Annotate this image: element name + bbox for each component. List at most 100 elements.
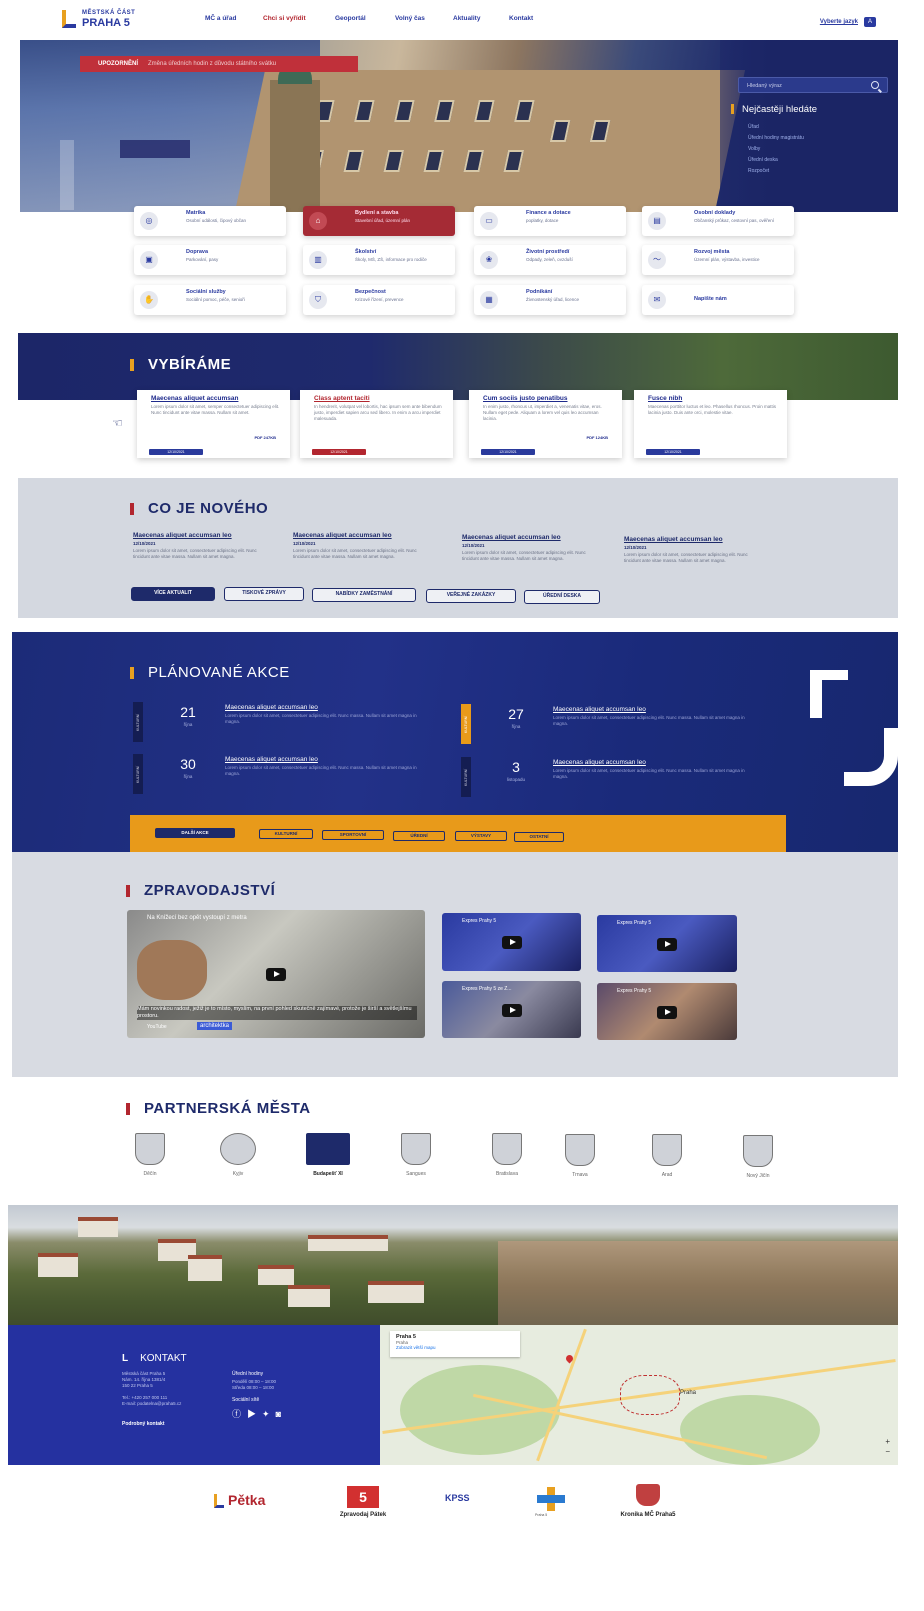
service-card-napiste-nam[interactable]: ✉ Napište nám	[642, 285, 794, 315]
partner-city[interactable]: Trnava	[550, 1134, 610, 1184]
vybirame-card[interactable]: Cum sociis justo penatibus In enim justo,…	[469, 390, 622, 458]
filter-uredni[interactable]: ÚŘEDNÍ	[393, 831, 445, 841]
search-input[interactable]	[745, 81, 865, 91]
partneri-title: PARTNERSKÁ MĚSTA	[126, 1100, 311, 1117]
filter-sportovni[interactable]: SPORTOVNÍ	[322, 830, 384, 840]
partner-city[interactable]: Děčín	[120, 1133, 180, 1183]
praha5-cross-logo[interactable]: Praha 5	[535, 1487, 571, 1521]
play-icon[interactable]	[501, 1003, 522, 1017]
service-card-doklady[interactable]: ▤ Osobní doklady Občanský průkaz, cestovní…	[642, 206, 794, 236]
filter-vystavy[interactable]: VÝSTAVY	[455, 831, 507, 841]
event-item[interactable]: KULTURNÍ 21 října Maecenas aliquet accumsan…	[133, 702, 443, 742]
kontakt-section: L KONTAKT Městská část Praha 5 Nám. 14. ří…	[8, 1325, 380, 1465]
zpravodaj-patek-logo[interactable]: 5 Zpravodaj Pátek	[333, 1486, 393, 1520]
nav-volny-cas[interactable]: Volný čas	[395, 15, 453, 22]
nav-geoportal[interactable]: Geoportál	[335, 15, 395, 22]
faq-item[interactable]: Úřední deska	[748, 155, 804, 166]
job-offers-button[interactable]: NABÍDKY ZAMĚSTNÁNÍ	[312, 588, 416, 602]
service-card-socialni[interactable]: ✋ Sociální služby Sociální pomoc, péče, se…	[134, 285, 286, 315]
map[interactable]: Praha 5 Praha Zobrazit větší mapu Praha …	[380, 1325, 898, 1465]
filter-kulturni[interactable]: KULTURNÍ	[259, 829, 313, 839]
partner-city[interactable]: Sangues	[386, 1133, 446, 1183]
public-tenders-button[interactable]: VEŘEJNÉ ZAKÁZKY	[426, 589, 516, 603]
nav-mc-urad[interactable]: MČ a úřad	[205, 15, 263, 22]
translate-icon[interactable]: A	[864, 17, 876, 27]
service-card-skolstvi[interactable]: ▥ Školství Školy, MŠ, ZŠ, informace pro ro…	[303, 245, 455, 275]
official-board-button[interactable]: ÚŘEDNÍ DESKA	[524, 590, 600, 604]
kpss-logo[interactable]: KPSS	[445, 1493, 495, 1513]
service-card-rozvoj[interactable]: 〜 Rozvoj města Územní plán, výstavba, inve…	[642, 245, 794, 275]
nav-aktuality[interactable]: Aktuality	[453, 15, 509, 22]
youtube-icon[interactable]: ▶	[247, 1409, 262, 1419]
partner-city[interactable]: Nový Jičín	[728, 1135, 788, 1185]
event-item[interactable]: KULTURNÍ 3 listopadu Maecenas aliquet accum…	[461, 757, 771, 797]
twitter-icon[interactable]: ✦	[262, 1409, 276, 1419]
play-icon[interactable]	[657, 1005, 677, 1019]
facebook-icon[interactable]: ⓕ	[232, 1409, 247, 1419]
money-icon: ▭	[480, 212, 498, 230]
kontakt-title: L KONTAKT	[122, 1353, 187, 1364]
logo[interactable]: MĚSTSKÁ ČÁST PRAHA 5	[62, 8, 152, 32]
service-card-bezpecnost[interactable]: ⛉ Bezpečnost Krizové řízení, prevence	[303, 285, 455, 315]
vybirame-card[interactable]: Fusce nibh Maecenas porttitor luctus et l…	[634, 390, 787, 458]
vybirame-card[interactable]: Class aptent taciti In hendrerit, volutpa…	[300, 390, 453, 458]
hero-box	[120, 140, 190, 158]
side-video[interactable]: Expres Prahy 5	[597, 983, 737, 1040]
side-video[interactable]: Expres Prahy 5 ze Z...	[442, 981, 581, 1038]
zoom-controls[interactable]: + −	[885, 1437, 890, 1457]
search-box[interactable]	[738, 77, 888, 93]
event-item[interactable]: KULTURNÍ 27 října Maecenas aliquet accumsan…	[461, 704, 771, 744]
youtube-label[interactable]: YouTube	[147, 1024, 167, 1030]
faq-item[interactable]: Volby	[748, 144, 804, 155]
detailed-contact-link[interactable]: Podrobný kontakt	[122, 1421, 165, 1427]
larger-map-link[interactable]: Zobrazit větší mapu	[396, 1345, 514, 1350]
faq-title: Nejčastěji hledáte	[731, 104, 817, 115]
news-item[interactable]: Maecenas aliquet accumsan leo 12/10/2021 L…	[293, 532, 443, 582]
service-card-finance[interactable]: ▭ Finance a dotace poplatky, dotace	[474, 206, 626, 236]
faq-item[interactable]: Úřad	[748, 122, 804, 133]
service-card-podnikani[interactable]: ▦ Podnikání Živnostenský úřad, licence	[474, 285, 626, 315]
faq-item[interactable]: Rozpočet	[748, 166, 804, 177]
partner-city[interactable]: Arad	[637, 1134, 697, 1184]
play-icon[interactable]	[266, 968, 286, 981]
vybirame-title: VYBÍRÁME	[130, 356, 231, 373]
partner-city[interactable]: Kyjiv	[208, 1133, 268, 1183]
news-item[interactable]: Maecenas aliquet accumsan leo 12/10/2021 L…	[462, 534, 612, 584]
more-events-button[interactable]: DALŠÍ AKCE	[155, 828, 235, 838]
faq-item[interactable]: Úřední hodiny magistrátu	[748, 133, 804, 144]
document-icon: ▤	[648, 212, 666, 230]
side-video[interactable]: Expres Prahy 5	[597, 915, 737, 972]
press-releases-button[interactable]: TISKOVÉ ZPRÁVY	[224, 587, 304, 601]
service-card-zivotni-prostredi[interactable]: ❀ Životní prostředí Odpady, zeleň, ovzduší	[474, 245, 626, 275]
service-card-matrika[interactable]: ◎ Matrika Osobní události, čipový občan	[134, 206, 286, 236]
service-card-doprava[interactable]: ▣ Doprava Parkování, pasy	[134, 245, 286, 275]
coat-of-arms-icon	[220, 1133, 256, 1165]
play-icon[interactable]	[657, 937, 677, 951]
search-icon[interactable]	[871, 81, 879, 89]
vybirame-card[interactable]: Maecenas aliquet accumsan Lorem ipsum dol…	[137, 390, 290, 458]
more-news-button[interactable]: VÍCE AKTUALIT	[131, 587, 215, 601]
hours-title: Úřední hodiny	[232, 1371, 264, 1377]
service-card-bydleni[interactable]: ⌂ Bydlení a stavba Stavební úřad, územní p…	[303, 206, 455, 236]
kontakt-address: Městská část Praha 5 Nám. 14. října 1381/…	[122, 1371, 182, 1406]
akce-title: PLÁNOVANÉ AKCE	[130, 664, 290, 681]
partner-city[interactable]: Budapešť XI	[298, 1133, 358, 1183]
filter-ostatni[interactable]: OSTATNÍ	[514, 832, 564, 842]
news-item[interactable]: Maecenas aliquet accumsan leo 12/10/2021 L…	[624, 536, 774, 586]
play-icon[interactable]	[501, 936, 522, 949]
main-video[interactable]: Na Knížecí bez opět vystoupí z metra Mám…	[127, 910, 425, 1038]
nav-kontakt[interactable]: Kontakt	[509, 15, 549, 22]
side-video[interactable]: Expres Prahy 5	[442, 913, 581, 971]
partner-city[interactable]: Bratislava	[477, 1133, 537, 1183]
petka-logo[interactable]: Pětka	[214, 1490, 290, 1516]
nav-chci-si-vyridit[interactable]: Chci si vyřídit	[263, 15, 335, 22]
language-selector[interactable]: Vyberte jazyk	[820, 19, 858, 25]
video-tag: architektka	[197, 1022, 233, 1030]
kronika-logo[interactable]: Kronika MČ Praha5	[612, 1484, 684, 1522]
hours-list: Pondělí 08:00 – 18:00 Středa 08:00 – 18:0…	[232, 1379, 277, 1390]
news-item[interactable]: Maecenas aliquet accumsan leo 12/10/2021 L…	[133, 532, 283, 582]
instagram-icon[interactable]: ◙	[276, 1409, 287, 1419]
event-item[interactable]: KULTURNÍ 30 října Maecenas aliquet accumsan…	[133, 754, 443, 794]
mail-icon: ✉	[648, 291, 666, 309]
alert-banner[interactable]: UPOZORNĚNÍ Změna úředních hodin z důvodu …	[80, 56, 358, 72]
